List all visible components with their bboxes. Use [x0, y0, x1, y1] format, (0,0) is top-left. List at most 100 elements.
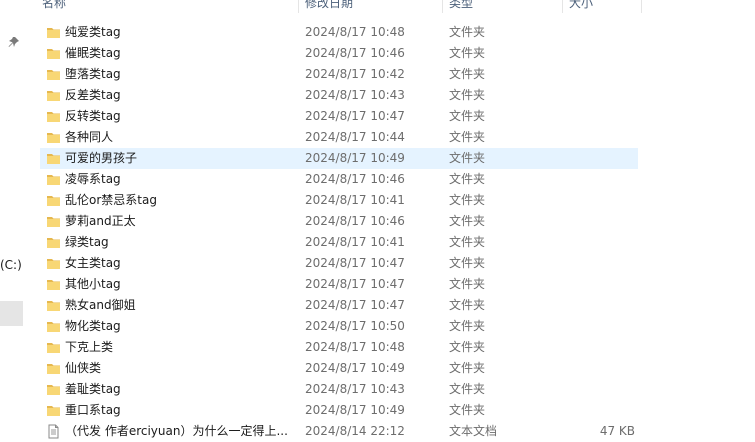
- file-name: 熟女and御姐: [65, 298, 136, 312]
- drive-c-label[interactable]: (C:): [0, 258, 22, 272]
- file-name: 乱伦or禁忌系tag: [65, 193, 157, 207]
- file-row[interactable]: 反差类tag 2024/8/17 10:43 文件夹: [40, 85, 638, 106]
- file-row[interactable]: 仙侠类 2024/8/17 10:49 文件夹: [40, 358, 638, 379]
- file-size: [560, 43, 635, 64]
- pin-icon[interactable]: [8, 36, 20, 48]
- file-date: 2024/8/17 10:41: [305, 235, 405, 249]
- file-row[interactable]: 物化类tag 2024/8/17 10:50 文件夹: [40, 316, 638, 337]
- folder-icon: [46, 382, 61, 397]
- file-row[interactable]: 堕落类tag 2024/8/17 10:42 文件夹: [40, 64, 638, 85]
- file-date: 2024/8/17 10:41: [305, 193, 405, 207]
- folder-icon: [46, 298, 61, 313]
- file-type: 文件夹: [449, 382, 486, 396]
- file-date: 2024/8/17 10:44: [305, 130, 405, 144]
- file-name: 催眠类tag: [65, 46, 121, 60]
- folder-icon: [46, 193, 61, 208]
- column-header-size[interactable]: 大小: [562, 0, 642, 13]
- file-name: 反转类tag: [65, 109, 121, 123]
- file-size: [560, 127, 635, 148]
- file-date: 2024/8/17 10:50: [305, 319, 405, 333]
- file-size: [560, 274, 635, 295]
- file-size: [560, 148, 635, 169]
- file-name: 堕落类tag: [65, 67, 121, 81]
- file-size: [560, 253, 635, 274]
- file-row[interactable]: 可爱的男孩子 2024/8/17 10:49 文件夹: [40, 148, 638, 169]
- file-date: 2024/8/17 10:43: [305, 382, 405, 396]
- nav-selected-item[interactable]: [0, 301, 23, 326]
- file-date: 2024/8/17 10:49: [305, 403, 405, 417]
- file-size: [560, 358, 635, 379]
- file-name: 物化类tag: [65, 319, 121, 333]
- folder-icon: [46, 151, 61, 166]
- file-row[interactable]: 纯爱类tag 2024/8/17 10:48 文件夹: [40, 22, 638, 43]
- folder-icon: [46, 172, 61, 187]
- folder-icon: [46, 25, 61, 40]
- file-size: [560, 379, 635, 400]
- file-date: 2024/8/17 10:48: [305, 25, 405, 39]
- column-header-name[interactable]: 名称: [36, 0, 298, 13]
- file-name: 纯爱类tag: [65, 25, 121, 39]
- file-row[interactable]: 凌辱系tag 2024/8/17 10:46 文件夹: [40, 169, 638, 190]
- file-type: 文件夹: [449, 109, 486, 123]
- text-document-icon: [46, 424, 61, 439]
- file-size: [560, 190, 635, 211]
- folder-icon: [46, 277, 61, 292]
- file-row[interactable]: 女主类tag 2024/8/17 10:47 文件夹: [40, 253, 638, 274]
- file-name: 绿类tag: [65, 235, 109, 249]
- folder-icon: [46, 235, 61, 250]
- file-row[interactable]: 催眠类tag 2024/8/17 10:46 文件夹: [40, 43, 638, 64]
- file-name: 羞耻类tag: [65, 382, 121, 396]
- file-date: 2024/8/17 10:46: [305, 214, 405, 228]
- file-name: 萝莉and正太: [65, 214, 136, 228]
- folder-icon: [46, 256, 61, 271]
- file-type: 文件夹: [449, 340, 486, 354]
- file-date: 2024/8/17 10:47: [305, 256, 405, 270]
- folder-icon: [46, 361, 61, 376]
- folder-icon: [46, 88, 61, 103]
- file-date: 2024/8/17 10:43: [305, 88, 405, 102]
- file-row[interactable]: 其他小tag 2024/8/17 10:47 文件夹: [40, 274, 638, 295]
- file-row[interactable]: 反转类tag 2024/8/17 10:47 文件夹: [40, 106, 638, 127]
- file-size: [560, 337, 635, 358]
- file-date: 2024/8/17 10:47: [305, 298, 405, 312]
- folder-icon: [46, 340, 61, 355]
- file-name: 其他小tag: [65, 277, 121, 291]
- file-name: 可爱的男孩子: [65, 151, 138, 165]
- file-type: 文本文档: [449, 424, 498, 438]
- file-type: 文件夹: [449, 298, 486, 312]
- file-type: 文件夹: [449, 214, 486, 228]
- file-size: [560, 211, 635, 232]
- file-row[interactable]: 萝莉and正太 2024/8/17 10:46 文件夹: [40, 211, 638, 232]
- file-type: 文件夹: [449, 277, 486, 291]
- file-size: [560, 64, 635, 85]
- file-size: [560, 85, 635, 106]
- column-header-date[interactable]: 修改日期: [298, 0, 442, 13]
- column-header-type[interactable]: 类型: [442, 0, 562, 13]
- file-name: 下克上类: [65, 340, 114, 354]
- column-header: 名称 修改日期 类型 大小: [24, 0, 755, 18]
- file-name: 仙侠类: [65, 361, 102, 375]
- file-row[interactable]: 羞耻类tag 2024/8/17 10:43 文件夹: [40, 379, 638, 400]
- file-row[interactable]: 绿类tag 2024/8/17 10:41 文件夹: [40, 232, 638, 253]
- file-row[interactable]: 下克上类 2024/8/17 10:48 文件夹: [40, 337, 638, 358]
- file-row[interactable]: 乱伦or禁忌系tag 2024/8/17 10:41 文件夹: [40, 190, 638, 211]
- file-type: 文件夹: [449, 235, 486, 249]
- file-row[interactable]: （代发 作者erciyuan）为什么一定得上... 2024/8/14 22:12…: [40, 421, 638, 442]
- file-date: 2024/8/17 10:46: [305, 46, 405, 60]
- file-date: 2024/8/14 22:12: [305, 424, 405, 438]
- file-row[interactable]: 熟女and御姐 2024/8/17 10:47 文件夹: [40, 295, 638, 316]
- file-size: 47 KB: [599, 424, 635, 438]
- file-type: 文件夹: [449, 46, 486, 60]
- file-row[interactable]: 各种同人 2024/8/17 10:44 文件夹: [40, 127, 638, 148]
- file-type: 文件夹: [449, 319, 486, 333]
- file-row[interactable]: 重口系tag 2024/8/17 10:49 文件夹: [40, 400, 638, 421]
- folder-icon: [46, 214, 61, 229]
- file-name: 凌辱系tag: [65, 172, 121, 186]
- file-type: 文件夹: [449, 88, 486, 102]
- file-size: [560, 106, 635, 127]
- file-size: [560, 316, 635, 337]
- file-type: 文件夹: [449, 403, 486, 417]
- file-size: [560, 400, 635, 421]
- file-type: 文件夹: [449, 25, 486, 39]
- file-size: [560, 232, 635, 253]
